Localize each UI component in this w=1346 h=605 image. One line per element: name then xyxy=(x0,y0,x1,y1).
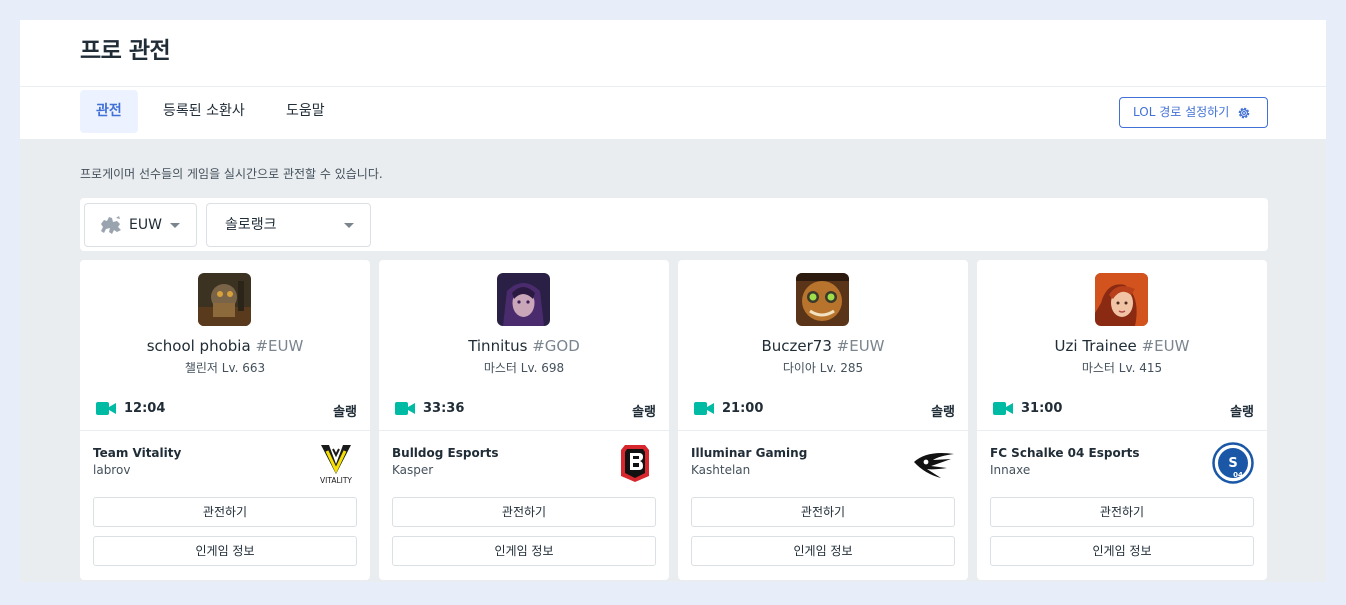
chevron-down-icon xyxy=(170,223,180,228)
spectate-button[interactable]: 관전하기 xyxy=(990,497,1254,527)
illuminar-logo xyxy=(914,453,954,478)
video-camera-icon xyxy=(993,402,1013,415)
summoner-name-text: school phobia xyxy=(146,337,251,355)
pro-player-name: Kasper xyxy=(392,463,434,477)
region-select[interactable]: EUW xyxy=(84,203,197,247)
schalke-logo: S 04 xyxy=(1212,442,1254,484)
summoner-rank: 챌린저 Lv. 663 xyxy=(184,361,266,375)
filter-bar: EUW 솔로랭크 xyxy=(80,198,1268,251)
video-camera-icon xyxy=(96,402,116,415)
champion-avatar xyxy=(497,273,550,326)
divider xyxy=(379,430,669,431)
queue-type: 솔랭 xyxy=(1230,405,1254,420)
queue-type: 솔랭 xyxy=(333,405,357,420)
live-status: 33:36 xyxy=(395,401,464,416)
spectate-button[interactable]: 관전하기 xyxy=(93,497,357,527)
svg-text:S: S xyxy=(1228,456,1237,471)
tab-help[interactable]: 도움말 xyxy=(270,90,341,133)
summoner-name: school phobia #EUW xyxy=(80,337,370,355)
summoner-tag: #EUW xyxy=(836,337,885,355)
svg-text:VITALITY: VITALITY xyxy=(320,476,352,484)
page-header: 프로 관전 xyxy=(20,20,1326,87)
champion-avatar xyxy=(198,273,251,326)
pro-game-card: school phobia #EUW 챌린저 Lv. 663 12:04 솔랭 … xyxy=(80,260,370,580)
europe-map-icon xyxy=(101,216,121,234)
team-name: Illuminar Gaming xyxy=(691,446,808,460)
summoner-rank: 마스터 Lv. 415 xyxy=(1081,361,1163,375)
pro-spectate-panel: 프로 관전 관전 등록된 소환사 도움말 LOL 경로 설정하기 프로게이머 선… xyxy=(20,20,1326,582)
summoner-name: Tinnitus #GOD xyxy=(379,337,669,355)
bulldog-logo xyxy=(621,445,649,482)
queue-type: 솔랭 xyxy=(632,405,656,420)
ingame-info-button[interactable]: 인게임 정보 xyxy=(93,536,357,566)
champion-avatar xyxy=(796,273,849,326)
pro-player-name: Kashtelan xyxy=(691,463,751,477)
queue-type: 솔랭 xyxy=(931,405,955,420)
team-name: FC Schalke 04 Esports xyxy=(990,446,1140,460)
game-time: 31:00 xyxy=(1021,401,1063,416)
ingame-info-button[interactable]: 인게임 정보 xyxy=(990,536,1254,566)
spectate-button[interactable]: 관전하기 xyxy=(392,497,656,527)
pro-player-name: labrov xyxy=(93,463,131,477)
summoner-name: Buczer73 #EUW xyxy=(678,337,968,355)
page-description: 프로게이머 선수들의 게임을 실시간으로 관전할 수 있습니다. xyxy=(80,167,383,181)
page-title: 프로 관전 xyxy=(80,38,171,64)
tab-bar: 관전 등록된 소환사 도움말 LOL 경로 설정하기 xyxy=(20,87,1326,139)
game-time: 12:04 xyxy=(124,401,166,416)
queue-select-value: 솔로랭크 xyxy=(225,217,277,233)
svg-text:04: 04 xyxy=(1233,471,1243,479)
divider xyxy=(678,430,968,431)
chevron-down-icon xyxy=(344,223,354,228)
game-time: 21:00 xyxy=(722,401,764,416)
summoner-tag: #EUW xyxy=(1141,337,1190,355)
tab-registered-summoners[interactable]: 등록된 소환사 xyxy=(147,90,261,133)
live-status: 21:00 xyxy=(694,401,763,416)
tab-spectate[interactable]: 관전 xyxy=(80,90,138,133)
summoner-name-text: Tinnitus xyxy=(468,337,528,355)
region-select-value: EUW xyxy=(129,217,162,233)
summoner-rank: 마스터 Lv. 698 xyxy=(483,361,565,375)
divider xyxy=(977,430,1267,431)
pro-game-card: Uzi Trainee #EUW 마스터 Lv. 415 31:00 솔랭 FC… xyxy=(977,260,1267,580)
vitality-logo: VITALITY xyxy=(320,445,352,484)
gear-icon xyxy=(1238,107,1250,119)
summoner-name: Uzi Trainee #EUW xyxy=(977,337,1267,355)
queue-select[interactable]: 솔로랭크 xyxy=(206,203,371,247)
summoner-rank: 다이아 Lv. 285 xyxy=(782,361,864,375)
team-name: Bulldog Esports xyxy=(392,446,499,460)
game-time: 33:36 xyxy=(423,401,465,416)
lol-path-settings-label: LOL 경로 설정하기 xyxy=(1133,105,1230,119)
live-status: 12:04 xyxy=(96,401,165,416)
team-name: Team Vitality xyxy=(93,446,182,460)
champion-avatar xyxy=(1095,273,1148,326)
divider xyxy=(80,430,370,431)
pro-game-card: Tinnitus #GOD 마스터 Lv. 698 33:36 솔랭 Bulld… xyxy=(379,260,669,580)
video-camera-icon xyxy=(395,402,415,415)
pro-player-name: Innaxe xyxy=(990,463,1031,477)
video-camera-icon xyxy=(694,402,714,415)
summoner-tag: #EUW xyxy=(255,337,304,355)
spectate-button[interactable]: 관전하기 xyxy=(691,497,955,527)
ingame-info-button[interactable]: 인게임 정보 xyxy=(392,536,656,566)
summoner-name-text: Buczer73 xyxy=(761,337,832,355)
summoner-tag: #GOD xyxy=(532,337,580,355)
summoner-name-text: Uzi Trainee xyxy=(1054,337,1137,355)
pro-game-card: Buczer73 #EUW 다이아 Lv. 285 21:00 솔랭 Illum… xyxy=(678,260,968,580)
lol-path-settings-button[interactable]: LOL 경로 설정하기 xyxy=(1119,97,1268,128)
ingame-info-button[interactable]: 인게임 정보 xyxy=(691,536,955,566)
live-status: 31:00 xyxy=(993,401,1062,416)
